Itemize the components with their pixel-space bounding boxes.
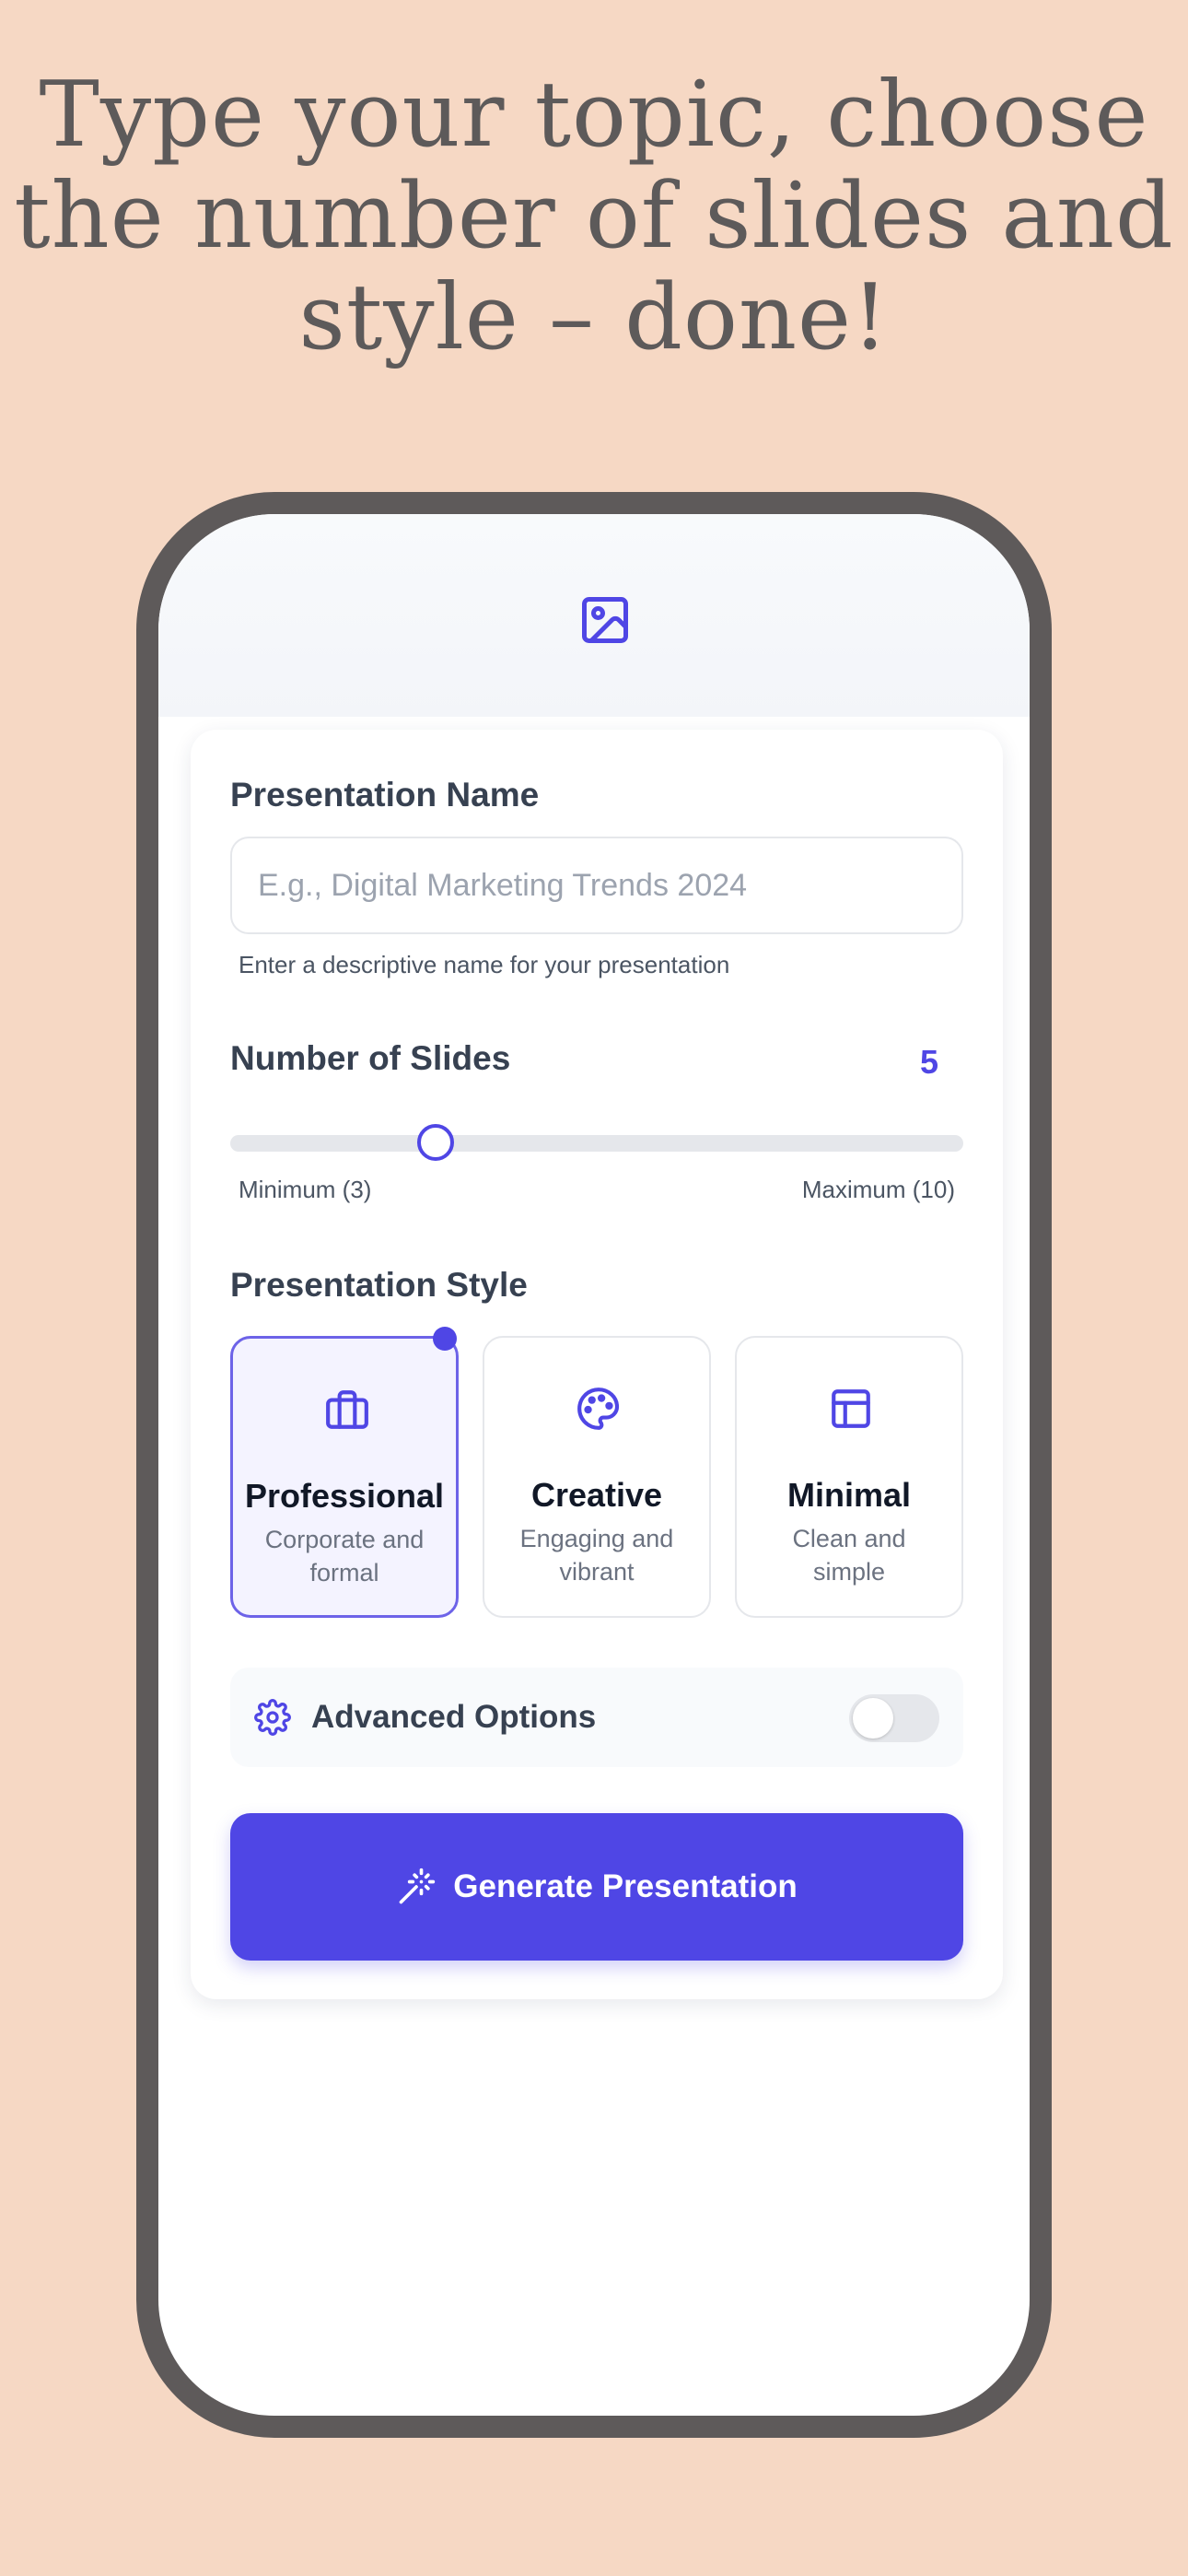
app-header — [158, 514, 1030, 717]
headline: Type your topic, choose the number of sl… — [0, 64, 1188, 369]
image-icon — [582, 597, 628, 643]
advanced-options-label: Advanced Options — [311, 1699, 597, 1735]
slides-min-label: Minimum (3) — [239, 1176, 372, 1203]
style-option-title: Professional — [244, 1477, 445, 1515]
headline-line-2: the number of slides and — [14, 164, 1174, 269]
briefcase-icon — [326, 1390, 368, 1429]
headline-line-1: Type your topic, choose — [39, 63, 1149, 168]
presentation-form-card: Presentation Name Enter a descriptive na… — [191, 730, 1003, 1999]
style-option-minimal[interactable]: Minimal Clean and simple — [735, 1336, 963, 1618]
style-option-title: Creative — [530, 1476, 663, 1514]
gear-icon — [254, 1699, 291, 1736]
generate-button-label: Generate Presentation — [453, 1868, 798, 1904]
number-of-slides-label: Number of Slides — [230, 1039, 511, 1077]
toggle-knob — [853, 1698, 893, 1739]
style-option-desc: Engaging and vibrant — [519, 1525, 674, 1586]
style-option-title: Minimal — [786, 1476, 911, 1514]
magic-wand-icon — [399, 1868, 436, 1904]
presentation-name-input[interactable] — [230, 837, 963, 934]
slides-count-value: 5 — [919, 1043, 938, 1081]
slides-slider-thumb[interactable] — [416, 1124, 454, 1161]
slides-max-label: Maximum (10) — [801, 1176, 955, 1203]
slides-slider-track[interactable] — [230, 1135, 963, 1152]
presentation-name-label: Presentation Name — [230, 776, 540, 814]
style-option-professional[interactable]: Professional Corporate and formal — [230, 1336, 459, 1618]
palette-icon — [577, 1388, 620, 1430]
style-option-desc: Clean and simple — [792, 1525, 906, 1586]
phone-frame: Presentation Name Enter a descriptive na… — [136, 492, 1052, 2438]
presentation-name-help: Enter a descriptive name for your presen… — [239, 951, 730, 978]
headline-line-3: style – done! — [298, 265, 890, 370]
advanced-options-toggle[interactable] — [849, 1694, 939, 1742]
style-option-creative[interactable]: Creative Engaging and vibrant — [483, 1336, 711, 1618]
advanced-options-row[interactable]: Advanced Options — [230, 1668, 963, 1767]
selected-indicator-dot — [433, 1327, 457, 1351]
style-option-desc: Corporate and formal — [264, 1526, 425, 1587]
presentation-style-label: Presentation Style — [230, 1266, 528, 1304]
layout-icon — [832, 1389, 870, 1428]
generate-presentation-button[interactable]: Generate Presentation — [230, 1813, 963, 1961]
